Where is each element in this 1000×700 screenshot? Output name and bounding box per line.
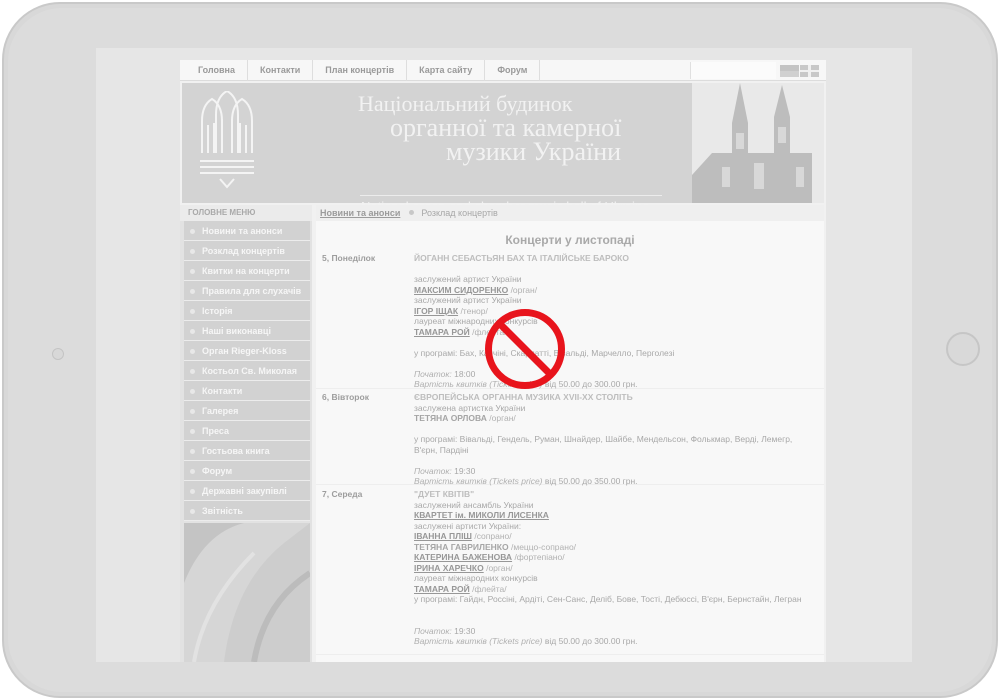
start-label: Початок: <box>414 625 452 636</box>
concert-program-continued: В'єрн, Пардіні <box>414 444 469 455</box>
performer-role: /меццо-сопрано/ <box>510 541 577 552</box>
performer-link[interactable]: ІРИНА ХАРЕЧКО <box>414 563 484 573</box>
performer-label: заслужені артисти України: <box>414 520 522 531</box>
price-label: Вартість квитків (Tickets price) <box>414 636 543 646</box>
performer-link[interactable]: ТАМАРА РОЙ <box>414 584 470 594</box>
performer-label: заслужений артист України <box>414 295 522 305</box>
page-title: Концерти у листопаді <box>505 233 635 247</box>
performer-name: ТЕТЯНА ОРЛОВА <box>414 413 487 423</box>
concert-day: 7, Середа <box>322 489 363 499</box>
nav-link-contacts[interactable]: Контакти <box>248 60 314 81</box>
sidebar-item-procurement[interactable]: Державні закупівлі <box>184 481 310 501</box>
breadcrumb: Новини та анонси Розклад концертів <box>316 205 824 221</box>
performer-name: ТЕТЯНА ГАВРИЛЕНКО <box>414 541 509 552</box>
sidebar-item-schedule[interactable]: Розклад концертів <box>184 241 310 261</box>
sidebar-item-performers[interactable]: Наші виконавці <box>184 321 310 341</box>
performer-label: заслужена артистка України <box>414 402 526 413</box>
breadcrumb-separator-icon <box>409 210 415 215</box>
concert-title: ЄВРОПЕЙСЬКА ОРГАННА МУЗИКА XVII-XX СТОЛІ… <box>414 392 633 402</box>
start-label: Початок: <box>414 465 452 476</box>
prohibition-sign-icon <box>485 309 565 389</box>
concert-program: у програмі: Вівальді, Гендель, Руман, Шн… <box>414 434 793 444</box>
sidebar-item-news[interactable]: Новини та анонси <box>184 221 310 241</box>
performer-role: /флейта/ <box>472 583 507 594</box>
concert-day: 5, Понеділок <box>322 253 376 263</box>
top-navigation: Головна Контакти План концертів Карта са… <box>180 60 826 81</box>
performer-role: /фортепіано/ <box>514 552 565 562</box>
start-time: 19:30 <box>454 625 476 636</box>
performer-role: /орган/ <box>489 413 516 423</box>
concert-entry: 7, Середа "ДУЕТ КВІТІВ" заслужений ансам… <box>316 485 824 655</box>
nav-link-sitemap[interactable]: Карта сайту <box>407 60 486 81</box>
concert-title: ЙОГАНН СЕБАСТЬЯН БАХ ТА ІТАЛІЙСЬКЕ БАРОК… <box>414 253 629 263</box>
organ-interior-image <box>184 523 310 662</box>
nav-link-concert-plan[interactable]: План концертів <box>313 60 408 81</box>
sidebar-item-press[interactable]: Преса <box>184 421 310 441</box>
sidebar-item-gallery[interactable]: Галерея <box>184 401 310 421</box>
search-input[interactable] <box>690 62 776 79</box>
sidebar-item-tickets[interactable]: Квитки на концерти <box>184 261 310 281</box>
home-button[interactable] <box>946 332 980 366</box>
sidebar-item-guestbook[interactable]: Гостьова книга <box>184 441 310 461</box>
sidebar-item-contacts[interactable]: Контакти <box>184 381 310 401</box>
sidebar-item-rules[interactable]: Правила для слухачів <box>184 281 310 301</box>
sidebar-item-organ[interactable]: Орган Rieger-Kloss <box>184 341 310 361</box>
breadcrumb-current: Розклад концертів <box>421 208 498 218</box>
english-flag-icon[interactable] <box>800 65 819 77</box>
performer-role: /орган/ <box>486 562 513 573</box>
concert-program: у програмі: Гайдн, Россіні, Ардіті, Сен-… <box>414 594 802 604</box>
performer-link[interactable]: ІГОР ІЩАК <box>414 306 458 316</box>
performer-link[interactable]: КАТЕРИНА БАЖЕНОВА <box>414 552 512 562</box>
header-banner: Національний будинок органної та камерно… <box>182 83 824 214</box>
sidebar-item-forum[interactable]: Форум <box>184 461 310 481</box>
start-time: 19:30 <box>454 465 476 476</box>
performer-role: /орган/ <box>510 284 538 295</box>
sidebar-item-reports[interactable]: Звітність <box>184 501 310 521</box>
performer-label: заслужений ансамбль України <box>414 499 534 510</box>
ukrainian-flag-icon[interactable] <box>780 65 799 77</box>
breadcrumb-link-news[interactable]: Новини та анонси <box>320 208 400 218</box>
performer-link[interactable]: МАКСИМ СИДОРЕНКО <box>414 285 508 295</box>
main-content: Новини та анонси Розклад концертів Концер… <box>316 205 824 662</box>
performer-role: /сопрано/ <box>474 531 512 541</box>
concert-entry: 5, Понеділок ЙОГАНН СЕБАСТЬЯН БАХ ТА ІТА… <box>316 253 824 389</box>
sidebar-item-church[interactable]: Костьол Св. Миколая <box>184 361 310 381</box>
header-divider <box>360 195 662 196</box>
organ-logo-icon <box>200 91 254 189</box>
sidebar-title: ГОЛОВНЕ МЕНЮ <box>180 205 312 221</box>
start-time: 18:00 <box>454 368 476 379</box>
performer-label: лауреат міжнародних конкурсів <box>414 316 538 326</box>
sidebar-item-history[interactable]: Історія <box>184 301 310 321</box>
concert-program: у програмі: Бах, Каччіні, Скарлатті, Вів… <box>414 347 675 358</box>
performer-link[interactable]: ТАМАРА РОЙ <box>414 327 470 337</box>
sidebar: ГОЛОВНЕ МЕНЮ Новини та анонси Розклад ко… <box>180 205 312 662</box>
concert-title: "ДУЕТ КВІТІВ" <box>414 489 475 499</box>
concert-entry: 6, Вівторок ЄВРОПЕЙСЬКА ОРГАННА МУЗИКА X… <box>316 389 824 486</box>
start-label: Початок: <box>414 368 452 379</box>
concert-day: 6, Вівторок <box>322 392 369 402</box>
ticket-price: від 50.00 до 300.00 грн. <box>544 636 638 646</box>
cathedral-image <box>692 83 824 203</box>
performer-label: заслужений артист України <box>414 274 522 284</box>
nav-link-forum[interactable]: Форум <box>485 60 541 81</box>
performer-link[interactable]: КВАРТЕТ ім. МИКОЛИ ЛИСЕНКА <box>414 510 549 520</box>
performer-link[interactable]: ІВАННА ПЛІШ <box>414 531 472 541</box>
header-title-line-3: музики України <box>446 137 622 166</box>
nav-link-home[interactable]: Головна <box>186 60 248 81</box>
performer-label: лауреат міжнародних конкурсів <box>414 573 538 583</box>
camera-icon <box>52 348 64 360</box>
